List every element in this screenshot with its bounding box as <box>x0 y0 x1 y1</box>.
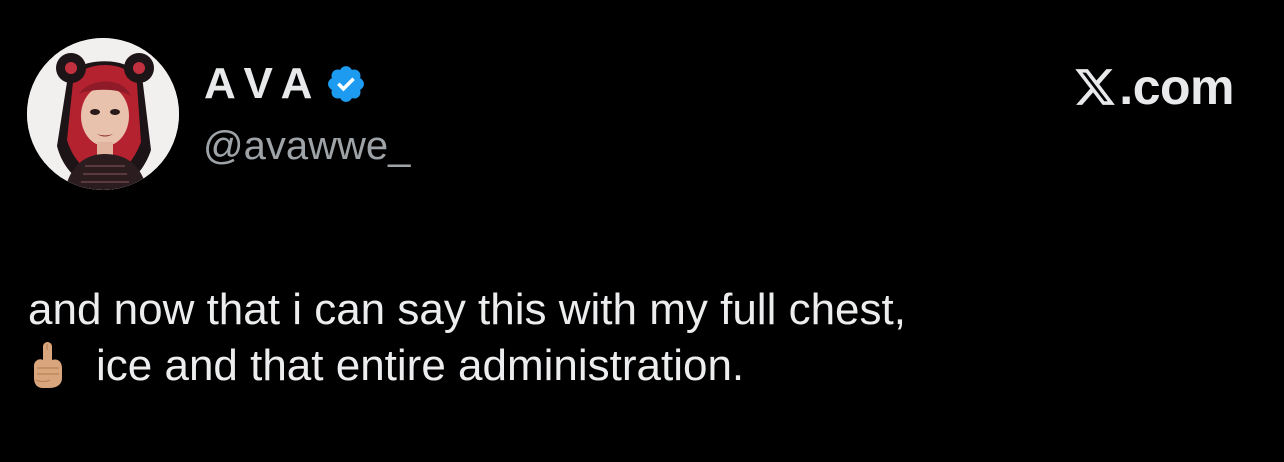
display-name-row[interactable]: AVA <box>204 60 367 108</box>
tweet-line-2-wrapper: ice and that entire administration. <box>28 338 1258 394</box>
tweet-line-2: ice and that entire administration. <box>96 341 745 390</box>
tweet-line-1: and now that i can say this with my full… <box>28 285 906 334</box>
avatar-illustration <box>27 38 179 190</box>
display-name: AVA <box>204 59 324 108</box>
tweet-card: AVA @avawwe_ .com and now that i can say… <box>0 0 1284 462</box>
user-handle[interactable]: @avawwe_ <box>203 122 410 170</box>
avatar[interactable] <box>27 38 179 190</box>
site-watermark: .com <box>1073 62 1234 112</box>
tweet-text: and now that i can say this with my full… <box>28 282 1258 394</box>
x-logo-icon <box>1075 69 1116 105</box>
middle-finger-emoji-icon <box>34 342 62 388</box>
site-domain-text: .com <box>1119 59 1234 115</box>
verified-badge-icon <box>328 66 365 102</box>
